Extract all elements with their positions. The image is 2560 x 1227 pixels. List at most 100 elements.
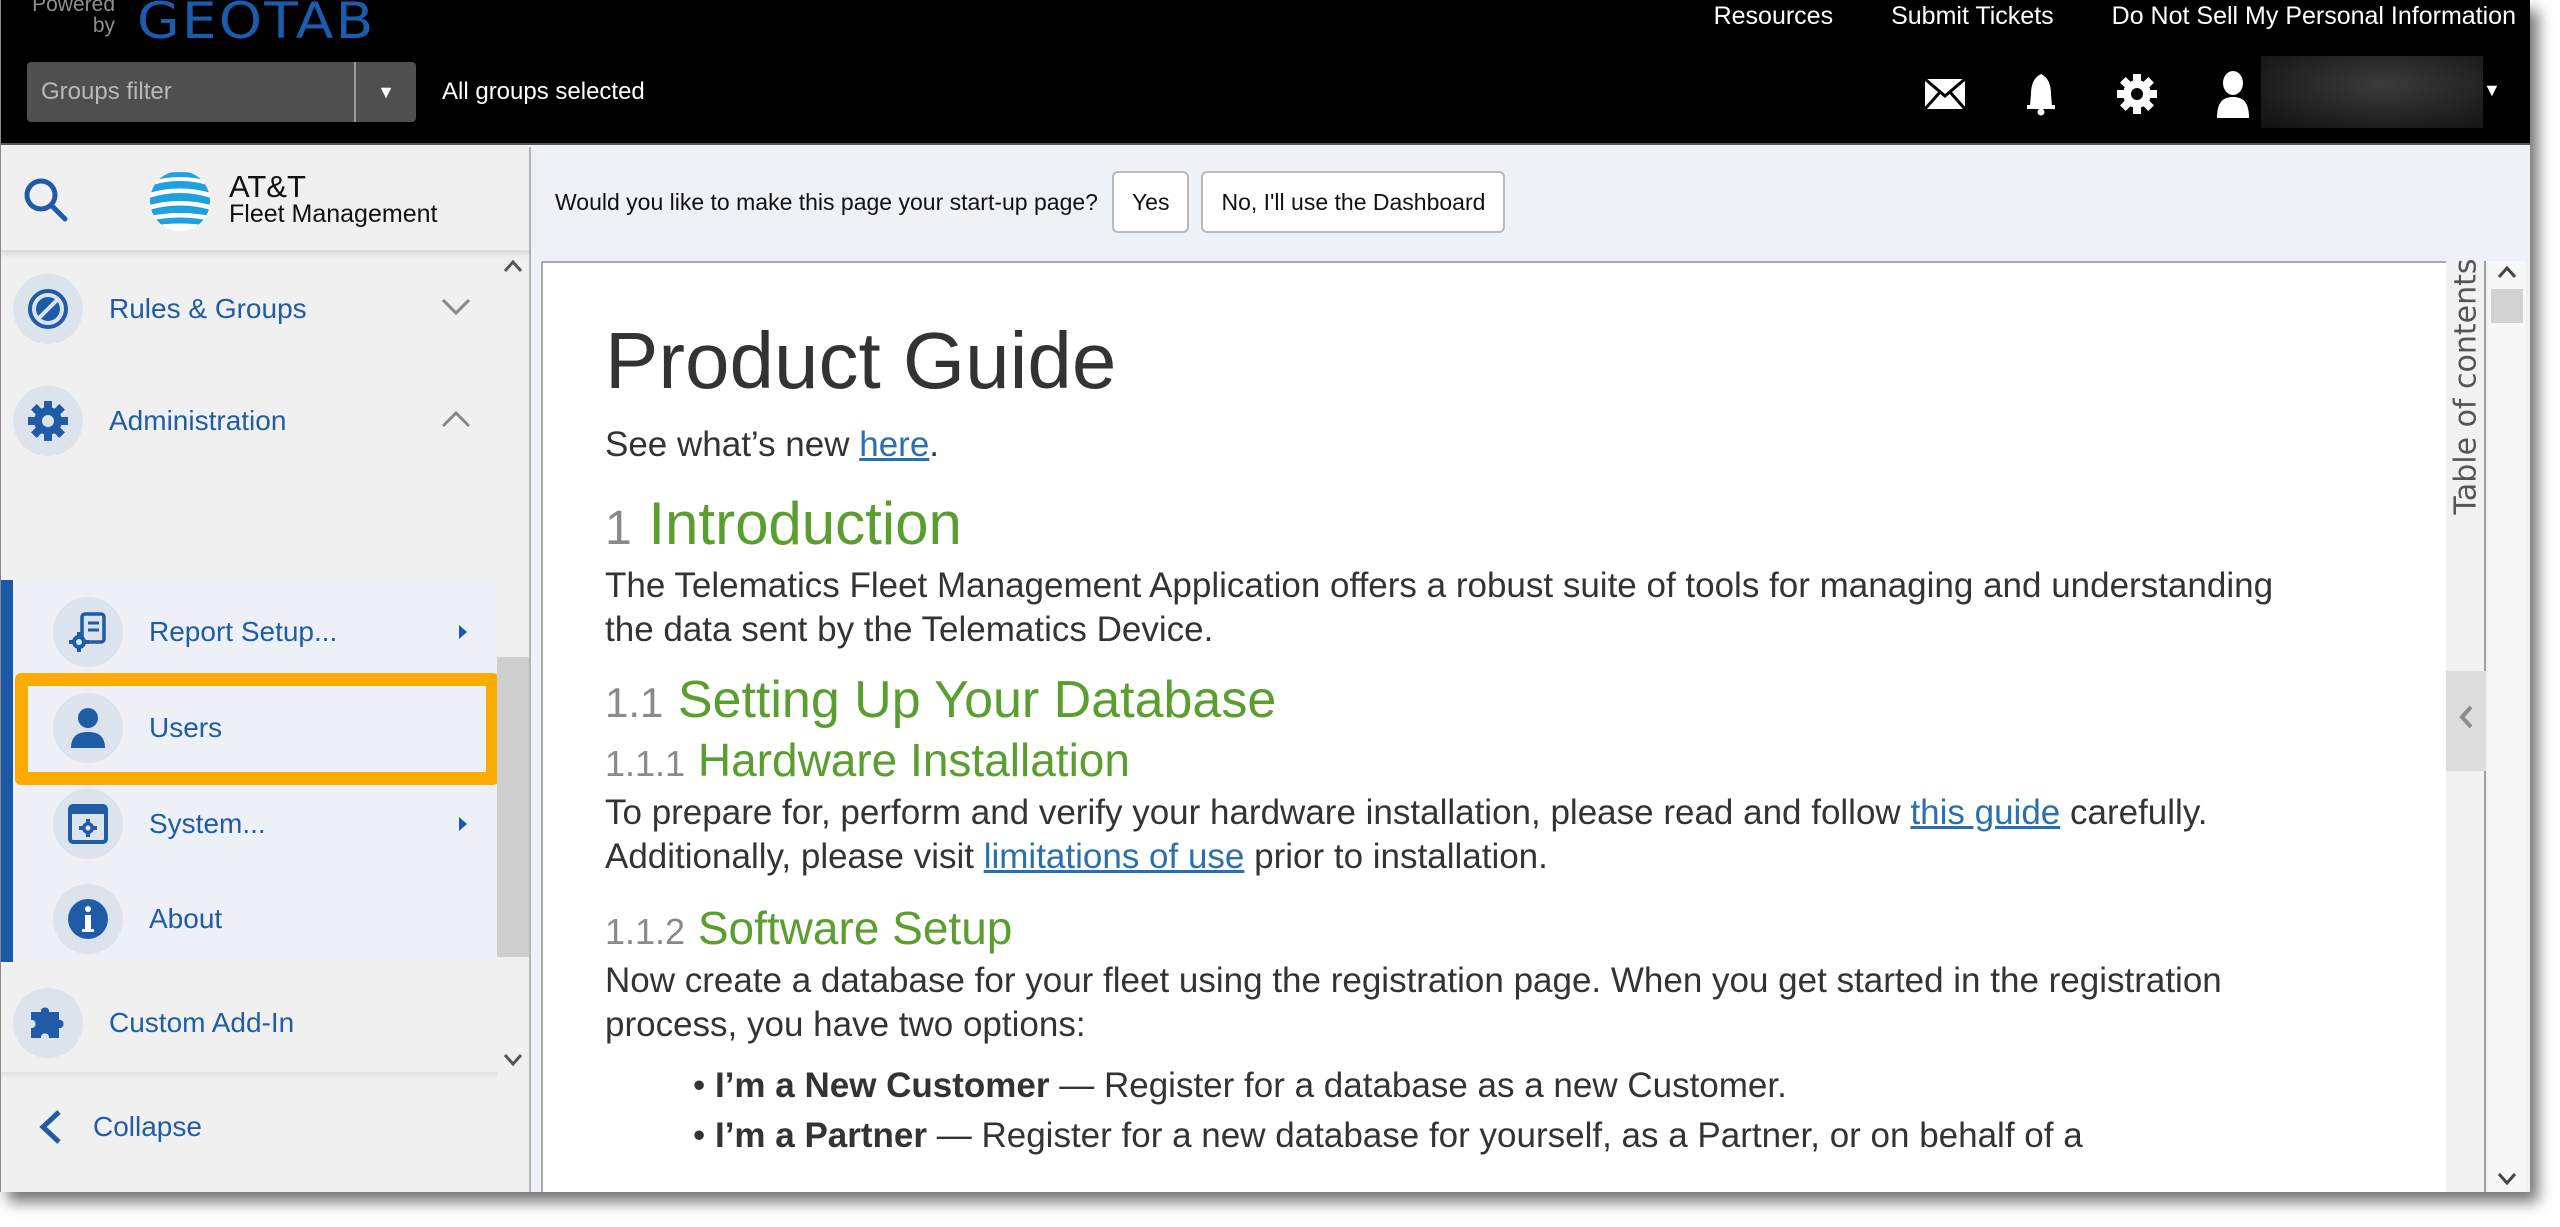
resources-link[interactable]: Resources [1714, 2, 1834, 31]
use-dashboard-button[interactable]: No, I'll use the Dashboard [1201, 171, 1506, 233]
document-frame: Product Guide See what’s new here. 1 Int… [541, 261, 2446, 1192]
brand-subtitle: Fleet Management [229, 200, 438, 228]
user-icon[interactable] [2211, 71, 2255, 118]
whats-new-text: See what’s new [605, 425, 860, 464]
section-number: 1.1 [605, 679, 664, 726]
this-guide-link[interactable]: this guide [1910, 793, 2060, 832]
sidebar-item-system[interactable]: System... [53, 780, 497, 868]
sidebar-item-label: About [149, 903, 223, 934]
section-title: Introduction [648, 490, 962, 557]
groups-status: All groups selected [442, 78, 645, 105]
product-guide-document: Product Guide See what’s new here. 1 Int… [605, 313, 2405, 1161]
main-content: Would you like to make this page your st… [533, 147, 2530, 1192]
toc-label[interactable]: Table of contents [2446, 257, 2486, 515]
document-scrollbar-thumb[interactable] [2491, 289, 2523, 323]
option-text: — Register for a new database for yourse… [927, 1116, 2083, 1155]
user-name-redacted[interactable] [2261, 56, 2483, 128]
by-text: by [92, 14, 115, 37]
gear-icon [13, 386, 83, 456]
hardware-text: To prepare for, perform and verify your … [605, 793, 1911, 832]
section-title: Setting Up Your Database [677, 671, 1277, 729]
sidebar-item-label: Administration [109, 405, 287, 436]
brand-name: AT&T [229, 169, 306, 204]
section-introduction-heading: 1 Introduction [605, 489, 2405, 564]
top-links: Resources Submit Tickets Do Not Sell My … [1714, 2, 2516, 31]
hardware-paragraph: To prepare for, perform and verify your … [605, 791, 2235, 879]
sidebar-item-about[interactable]: About [53, 875, 497, 963]
limitations-of-use-link[interactable]: limitations of use [984, 837, 1245, 876]
collapse-label: Collapse [93, 1111, 202, 1142]
mail-icon[interactable] [1923, 72, 1967, 116]
app-window: Powered by GEOTAB Resources Submit Ticke… [0, 0, 2530, 1192]
section-hardware-heading: 1.1.1 Hardware Installation [605, 733, 2405, 791]
option-text: — Register for a database as a new Custo… [1049, 1066, 1787, 1105]
startup-question: Would you like to make this page your st… [555, 188, 1098, 215]
scroll-down-icon[interactable] [2497, 1166, 2517, 1192]
system-icon [53, 789, 123, 859]
user-menu-caret-icon[interactable]: ▼ [2483, 80, 2501, 101]
page-title: Product Guide [605, 316, 1117, 405]
bell-icon[interactable] [2019, 72, 2063, 116]
startup-page-prompt: Would you like to make this page your st… [555, 171, 1506, 233]
do-not-sell-link[interactable]: Do Not Sell My Personal Information [2112, 2, 2516, 31]
sidebar-item-label: Custom Add-In [109, 1007, 295, 1038]
submit-tickets-link[interactable]: Submit Tickets [1891, 2, 2054, 31]
section-setup-heading: 1.1 Setting Up Your Database [605, 670, 2405, 733]
gear-icon[interactable] [2115, 72, 2159, 116]
sidebar-item-rules-groups[interactable]: Rules & Groups [13, 265, 497, 353]
toc-expand-button[interactable] [2446, 671, 2486, 771]
whats-new-line: See what’s new here. [605, 423, 2405, 467]
section-number: 1.1.1 [605, 743, 686, 784]
sidebar-item-label: System... [149, 808, 266, 839]
section-software-heading: 1.1.2 Software Setup [605, 901, 2405, 959]
collapse-button[interactable]: Collapse [1, 1087, 529, 1167]
chevron-up-icon[interactable] [441, 410, 471, 433]
toc-label-text: Table of contents [2448, 257, 2484, 515]
intro-paragraph: The Telematics Fleet Management Applicat… [605, 566, 2274, 649]
section-number: 1 [605, 502, 632, 555]
sidebar-brand-row: AT&T Fleet Management [1, 147, 529, 252]
puzzle-icon [13, 988, 83, 1058]
option-title: I’m a New Customer [714, 1066, 1050, 1105]
sidebar-item-report-setup[interactable]: Report Setup... [53, 588, 497, 676]
powered-by-label: Powered by [27, 0, 115, 36]
period: . [929, 425, 940, 464]
sidebar-item-administration[interactable]: Administration [13, 377, 497, 465]
chevron-left-icon [2458, 704, 2474, 738]
sidebar: AT&T Fleet Management Rules & Groups Adm… [1, 147, 531, 1192]
sidebar-item-custom-add-in[interactable]: Custom Add-In [13, 979, 497, 1067]
document-scrollbar[interactable] [2488, 261, 2526, 1192]
att-globe-logo-icon [149, 170, 211, 237]
groups-filter[interactable]: Groups filter ▼ [27, 62, 416, 122]
chevron-left-icon [37, 1109, 63, 1145]
powered-text: Powered [32, 0, 115, 16]
nav-menu: Rules & Groups Administration Report Set… [1, 257, 497, 1072]
info-icon [53, 884, 123, 954]
nav-scrollbar-thumb[interactable] [497, 657, 529, 957]
yes-button[interactable]: Yes [1111, 171, 1190, 233]
chevron-down-icon[interactable] [441, 298, 471, 321]
divider [1, 1072, 497, 1080]
top-header: Powered by GEOTAB Resources Submit Ticke… [1, 0, 2530, 145]
list-item: • I’m a New Customer — Register for a da… [693, 1066, 1787, 1105]
whats-new-link[interactable]: here [859, 425, 929, 464]
sidebar-item-label: Report Setup... [149, 616, 338, 647]
option-title: I’m a Partner [714, 1116, 928, 1155]
sidebar-item-label: Rules & Groups [109, 293, 307, 324]
groups-filter-input[interactable]: Groups filter [27, 78, 354, 106]
registration-options-list: • I’m a New Customer — Register for a da… [693, 1061, 2405, 1161]
section-title: Software Setup [697, 902, 1013, 954]
table-of-contents-panel[interactable]: Table of contents [2446, 257, 2486, 1192]
groups-filter-dropdown-button[interactable]: ▼ [354, 62, 416, 122]
section-number: 1.1.2 [605, 911, 686, 952]
nav-scrollbar[interactable] [497, 257, 529, 1072]
scroll-down-icon[interactable] [503, 1047, 523, 1073]
geotab-logo[interactable]: GEOTAB [137, 0, 376, 50]
section-title: Hardware Installation [697, 734, 1130, 786]
search-icon[interactable] [23, 177, 69, 228]
scroll-up-icon[interactable] [503, 253, 523, 279]
scroll-up-icon[interactable] [2497, 259, 2517, 285]
rules-icon [13, 274, 83, 344]
submenu-arrow-icon [459, 625, 467, 639]
software-paragraph: Now create a database for your fleet usi… [605, 961, 2222, 1044]
